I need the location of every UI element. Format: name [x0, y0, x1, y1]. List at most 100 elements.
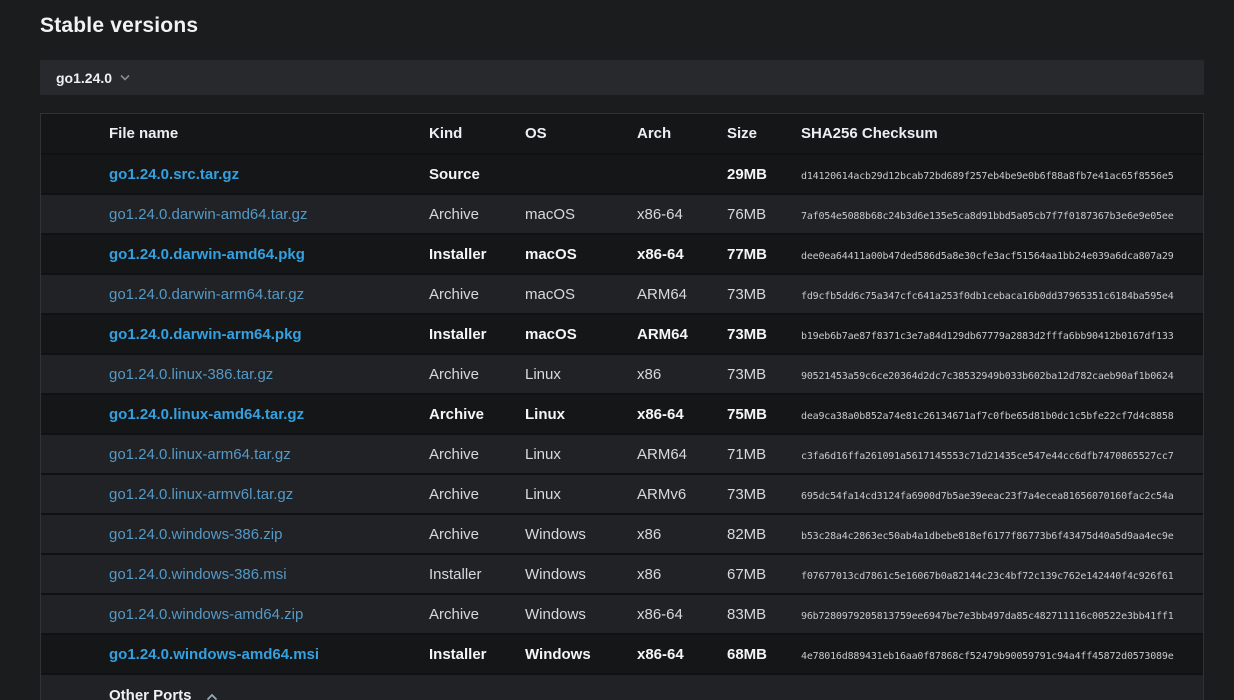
- file-download-link[interactable]: go1.24.0.windows-amd64.zip: [109, 606, 303, 623]
- file-download-link[interactable]: go1.24.0.darwin-arm64.tar.gz: [109, 286, 304, 303]
- arch-cell: x86-64: [637, 194, 727, 234]
- sha256-cell: 4e78016d889431eb16aa0f87868cf52479b90059…: [801, 634, 1203, 674]
- file-download-link[interactable]: go1.24.0.linux-armv6l.tar.gz: [109, 486, 293, 503]
- kind-cell: Archive: [429, 354, 525, 394]
- column-header-file-name: File name: [41, 114, 429, 154]
- arch-cell: ARMv6: [637, 474, 727, 514]
- other-ports-label: Other Ports: [109, 687, 192, 700]
- os-cell: Linux: [525, 434, 637, 474]
- file-download-link[interactable]: go1.24.0.windows-amd64.msi: [109, 646, 319, 663]
- arch-cell: x86: [637, 354, 727, 394]
- sha256-value: dea9ca38a0b852a74e81c26134671af7c0fbe65d…: [801, 411, 1174, 422]
- table-row: go1.24.0.linux-amd64.tar.gz Archive Linu…: [41, 394, 1203, 434]
- sha256-cell: d14120614acb29d12bcab72bd689f257eb4be9e0…: [801, 154, 1203, 194]
- os-cell: Windows: [525, 514, 637, 554]
- file-download-link[interactable]: go1.24.0.linux-arm64.tar.gz: [109, 446, 291, 463]
- os-cell: Linux: [525, 474, 637, 514]
- table-row: go1.24.0.src.tar.gz Source 29MB d1412061…: [41, 154, 1203, 194]
- sha256-value: b53c28a4c2863ec50ab4a1dbebe818ef6177f867…: [801, 531, 1174, 542]
- arch-cell: x86-64: [637, 594, 727, 634]
- os-cell: macOS: [525, 314, 637, 354]
- arch-cell: ARM64: [637, 314, 727, 354]
- table-row: go1.24.0.darwin-arm64.pkg Installer macO…: [41, 314, 1203, 354]
- table-row: go1.24.0.darwin-amd64.pkg Installer macO…: [41, 234, 1203, 274]
- version-dropdown[interactable]: go1.24.0: [40, 60, 1204, 95]
- table-row: go1.24.0.darwin-arm64.tar.gz Archive mac…: [41, 274, 1203, 314]
- sha256-value: b19eb6b7ae87f8371c3e7a84d129db67779a2883…: [801, 331, 1174, 342]
- os-cell: Linux: [525, 394, 637, 434]
- sha256-cell: dee0ea64411a00b47ded586d5a8e30cfe3acf515…: [801, 234, 1203, 274]
- file-download-link[interactable]: go1.24.0.src.tar.gz: [109, 166, 239, 183]
- sha256-value: 7af054e5088b68c24b3d6e135e5ca8d91bbd5a05…: [801, 211, 1174, 222]
- sha256-cell: c3fa6d16ffa261091a5617145553c71d21435ce5…: [801, 434, 1203, 474]
- size-cell: 73MB: [727, 354, 801, 394]
- table-row: go1.24.0.linux-arm64.tar.gz Archive Linu…: [41, 434, 1203, 474]
- kind-cell: Installer: [429, 234, 525, 274]
- size-cell: 73MB: [727, 274, 801, 314]
- kind-cell: Archive: [429, 474, 525, 514]
- column-header-size: Size: [727, 114, 801, 154]
- kind-cell: Archive: [429, 274, 525, 314]
- page-title: Stable versions: [40, 14, 1204, 38]
- kind-cell: Archive: [429, 394, 525, 434]
- column-header-sha256: SHA256 Checksum: [801, 114, 1203, 154]
- arch-cell: [637, 154, 727, 194]
- sha256-value: 695dc54fa14cd3124fa6900d7b5ae39eeac23f7a…: [801, 491, 1174, 502]
- file-download-link[interactable]: go1.24.0.darwin-amd64.tar.gz: [109, 206, 307, 223]
- size-cell: 77MB: [727, 234, 801, 274]
- sha256-value: dee0ea64411a00b47ded586d5a8e30cfe3acf515…: [801, 251, 1174, 262]
- chevron-up-icon: [206, 693, 218, 700]
- version-dropdown-value: go1.24.0: [56, 70, 112, 86]
- arch-cell: x86: [637, 554, 727, 594]
- downloads-table-body: go1.24.0.src.tar.gz Source 29MB d1412061…: [41, 154, 1203, 674]
- arch-cell: x86-64: [637, 394, 727, 434]
- size-cell: 82MB: [727, 514, 801, 554]
- kind-cell: Installer: [429, 634, 525, 674]
- table-row: go1.24.0.linux-armv6l.tar.gz Archive Lin…: [41, 474, 1203, 514]
- sha256-cell: 90521453a59c6ce20364d2dc7c38532949b033b6…: [801, 354, 1203, 394]
- table-row: go1.24.0.windows-386.zip Archive Windows…: [41, 514, 1203, 554]
- table-row: go1.24.0.windows-amd64.msi Installer Win…: [41, 634, 1203, 674]
- os-cell: [525, 154, 637, 194]
- column-header-arch: Arch: [637, 114, 727, 154]
- table-row: go1.24.0.darwin-amd64.tar.gz Archive mac…: [41, 194, 1203, 234]
- arch-cell: x86-64: [637, 634, 727, 674]
- size-cell: 71MB: [727, 434, 801, 474]
- os-cell: Windows: [525, 594, 637, 634]
- file-download-link[interactable]: go1.24.0.linux-386.tar.gz: [109, 366, 273, 383]
- os-cell: macOS: [525, 194, 637, 234]
- kind-cell: Archive: [429, 194, 525, 234]
- file-download-link[interactable]: go1.24.0.linux-amd64.tar.gz: [109, 406, 304, 423]
- column-header-os: OS: [525, 114, 637, 154]
- file-download-link[interactable]: go1.24.0.darwin-arm64.pkg: [109, 326, 302, 343]
- sha256-cell: 695dc54fa14cd3124fa6900d7b5ae39eeac23f7a…: [801, 474, 1203, 514]
- file-download-link[interactable]: go1.24.0.windows-386.msi: [109, 566, 287, 583]
- sha256-cell: 96b7280979205813759ee6947be7e3bb497da85c…: [801, 594, 1203, 634]
- size-cell: 76MB: [727, 194, 801, 234]
- os-cell: Windows: [525, 554, 637, 594]
- chevron-down-icon: [120, 74, 130, 81]
- table-row: go1.24.0.windows-amd64.zip Archive Windo…: [41, 594, 1203, 634]
- sha256-value: 90521453a59c6ce20364d2dc7c38532949b033b6…: [801, 371, 1174, 382]
- arch-cell: ARM64: [637, 434, 727, 474]
- os-cell: macOS: [525, 234, 637, 274]
- arch-cell: x86-64: [637, 234, 727, 274]
- table-row: go1.24.0.linux-386.tar.gz Archive Linux …: [41, 354, 1203, 394]
- size-cell: 68MB: [727, 634, 801, 674]
- sha256-cell: f07677013cd7861c5e16067b0a82144c23c4bf72…: [801, 554, 1203, 594]
- size-cell: 73MB: [727, 474, 801, 514]
- table-row: go1.24.0.windows-386.msi Installer Windo…: [41, 554, 1203, 594]
- sha256-cell: 7af054e5088b68c24b3d6e135e5ca8d91bbd5a05…: [801, 194, 1203, 234]
- sha256-value: fd9cfb5dd6c75a347cfc641a253f0db1cebaca16…: [801, 291, 1174, 302]
- file-download-link[interactable]: go1.24.0.darwin-amd64.pkg: [109, 246, 305, 263]
- column-header-kind: Kind: [429, 114, 525, 154]
- size-cell: 29MB: [727, 154, 801, 194]
- downloads-page: Stable versions go1.24.0 File name Kind …: [0, 0, 1234, 700]
- other-ports-toggle[interactable]: Other Ports: [41, 674, 1203, 700]
- sha256-cell: dea9ca38a0b852a74e81c26134671af7c0fbe65d…: [801, 394, 1203, 434]
- kind-cell: Archive: [429, 594, 525, 634]
- sha256-value: 4e78016d889431eb16aa0f87868cf52479b90059…: [801, 651, 1174, 662]
- kind-cell: Installer: [429, 554, 525, 594]
- file-download-link[interactable]: go1.24.0.windows-386.zip: [109, 526, 282, 543]
- sha256-cell: b19eb6b7ae87f8371c3e7a84d129db67779a2883…: [801, 314, 1203, 354]
